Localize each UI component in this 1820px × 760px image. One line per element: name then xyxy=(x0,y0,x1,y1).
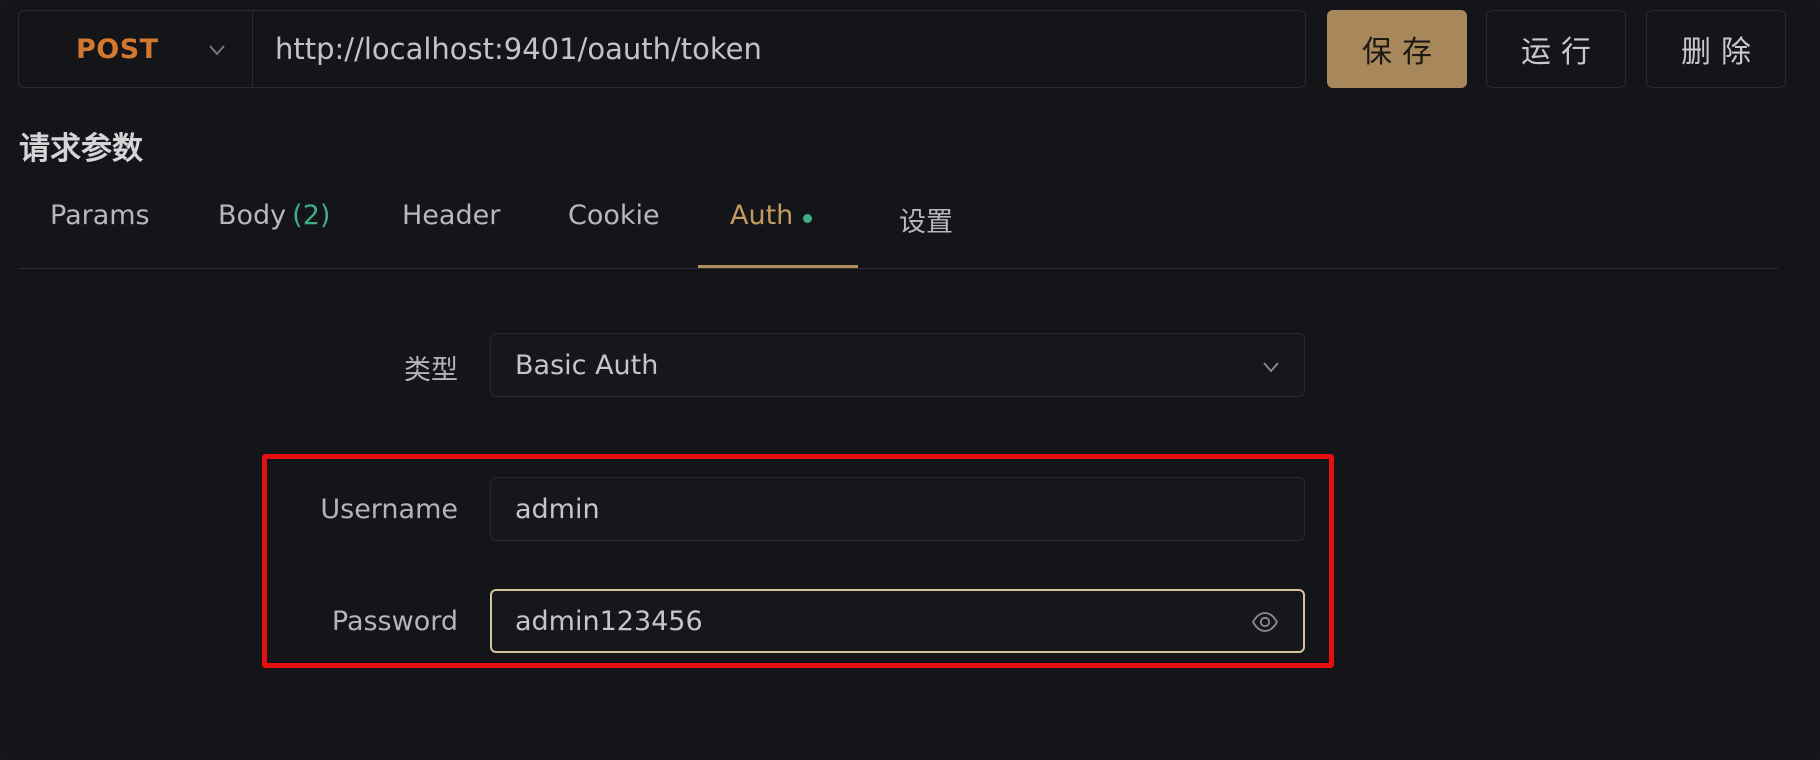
username-label: Username xyxy=(320,494,458,525)
auth-type-label: 类型 xyxy=(404,355,458,386)
url-text: http://localhost:9401/oauth/token xyxy=(275,32,762,66)
tab-label: Params xyxy=(50,200,150,231)
auth-type-select[interactable]: Basic Auth xyxy=(490,333,1305,397)
auth-type-value: Basic Auth xyxy=(515,349,659,381)
tab-count-badge: (2) xyxy=(292,200,331,231)
save-button[interactable]: 保存 xyxy=(1327,10,1467,88)
status-dot xyxy=(803,214,813,223)
tab-params[interactable]: Params xyxy=(50,190,150,268)
tab-cookie[interactable]: Cookie xyxy=(568,190,660,268)
tab-body[interactable]: Body (2) xyxy=(218,190,330,268)
tab-label: Header xyxy=(402,200,501,231)
request-bar: POST http://localhost:9401/oauth/token xyxy=(18,10,1306,88)
tab-settings[interactable]: 设置 xyxy=(899,190,953,268)
tab-label: Cookie xyxy=(568,200,660,231)
password-value: admin123456 xyxy=(515,605,703,637)
method-select[interactable]: POST xyxy=(19,11,253,87)
section-title: 请求参数 xyxy=(19,131,143,167)
password-label: Password xyxy=(331,606,458,637)
tab-label: Auth xyxy=(730,200,794,231)
chevron-down-icon xyxy=(1263,362,1279,373)
run-button[interactable]: 运行 xyxy=(1486,10,1626,88)
delete-button[interactable]: 删除 xyxy=(1646,10,1786,88)
tab-bar: Params Body (2) Header Cookie Auth 设置 xyxy=(18,190,1778,269)
tab-label: Body xyxy=(218,200,287,231)
request-editor: POST http://localhost:9401/oauth/token 保… xyxy=(0,0,1820,760)
eye-icon[interactable] xyxy=(1251,608,1279,636)
password-field[interactable]: admin123456 xyxy=(490,589,1305,653)
username-field[interactable]: admin xyxy=(490,477,1305,541)
username-value: admin xyxy=(515,493,600,525)
method-label: POST xyxy=(76,33,159,65)
tab-header[interactable]: Header xyxy=(402,190,500,268)
tab-auth[interactable]: Auth xyxy=(698,190,858,268)
chevron-down-icon xyxy=(209,45,225,56)
url-input[interactable]: http://localhost:9401/oauth/token xyxy=(253,11,1305,87)
tab-label: 设置 xyxy=(899,207,953,238)
